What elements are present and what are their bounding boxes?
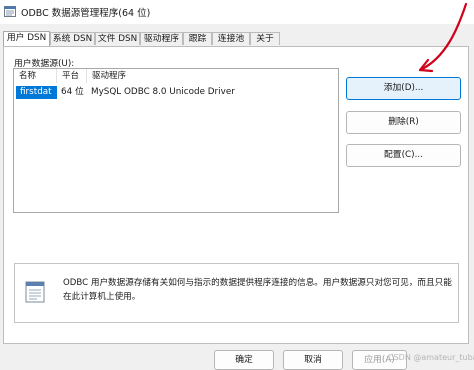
title-bar: ODBC 数据源管理程序(64 位) [0,0,474,24]
tab-about[interactable]: 关于 [250,32,280,45]
dsn-driver-cell: MySQL ODBC 8.0 Unicode Driver [91,87,235,97]
tab-user-dsn[interactable]: 用户 DSN [3,31,50,46]
user-dsn-panel: 用户数据源(U): 名称 平台 驱动程序 firstdat 64 位 MySQL… [3,46,469,344]
window-title: ODBC 数据源管理程序(64 位) [21,8,151,19]
tab-tracing[interactable]: 跟踪 [183,32,212,45]
tab-drivers[interactable]: 驱动程序 [140,32,183,45]
remove-button[interactable]: 删除(R) [346,111,461,134]
column-header-driver[interactable]: 驱动程序 [87,69,338,83]
info-text: ODBC 用户数据源存储有关如何与指示的数据提供程序连接的信息。用户数据源只对您… [63,278,452,302]
add-button[interactable]: 添加(D)... [346,77,461,100]
document-info-icon [25,281,45,303]
odbc-app-icon [4,6,16,17]
tab-connection-pool[interactable]: 连接池 [212,32,250,45]
tab-file-dsn[interactable]: 文件 DSN [95,32,140,45]
column-header-platform[interactable]: 平台 [57,69,87,83]
ok-button[interactable]: 确定 [214,350,274,370]
tab-strip: 用户 DSN 系统 DSN 文件 DSN 驱动程序 跟踪 连接池 关于 [0,31,300,46]
configure-button[interactable]: 配置(C)... [346,144,461,167]
list-header: 名称 平台 驱动程序 [14,69,338,83]
list-item[interactable]: firstdat 64 位 MySQL ODBC 8.0 Unicode Dri… [14,86,338,100]
column-header-name[interactable]: 名称 [14,69,57,83]
tab-system-dsn[interactable]: 系统 DSN [50,32,95,45]
dsn-name-cell[interactable]: firstdat [16,86,57,99]
dsn-platform-cell: 64 位 [61,87,84,97]
cancel-button[interactable]: 取消 [283,350,343,370]
watermark: CSDN @amateur_tubai [388,353,474,362]
user-dsn-list[interactable]: 名称 平台 驱动程序 firstdat 64 位 MySQL ODBC 8.0 … [13,68,339,213]
info-box: ODBC 用户数据源存储有关如何与指示的数据提供程序连接的信息。用户数据源只对您… [14,263,459,323]
